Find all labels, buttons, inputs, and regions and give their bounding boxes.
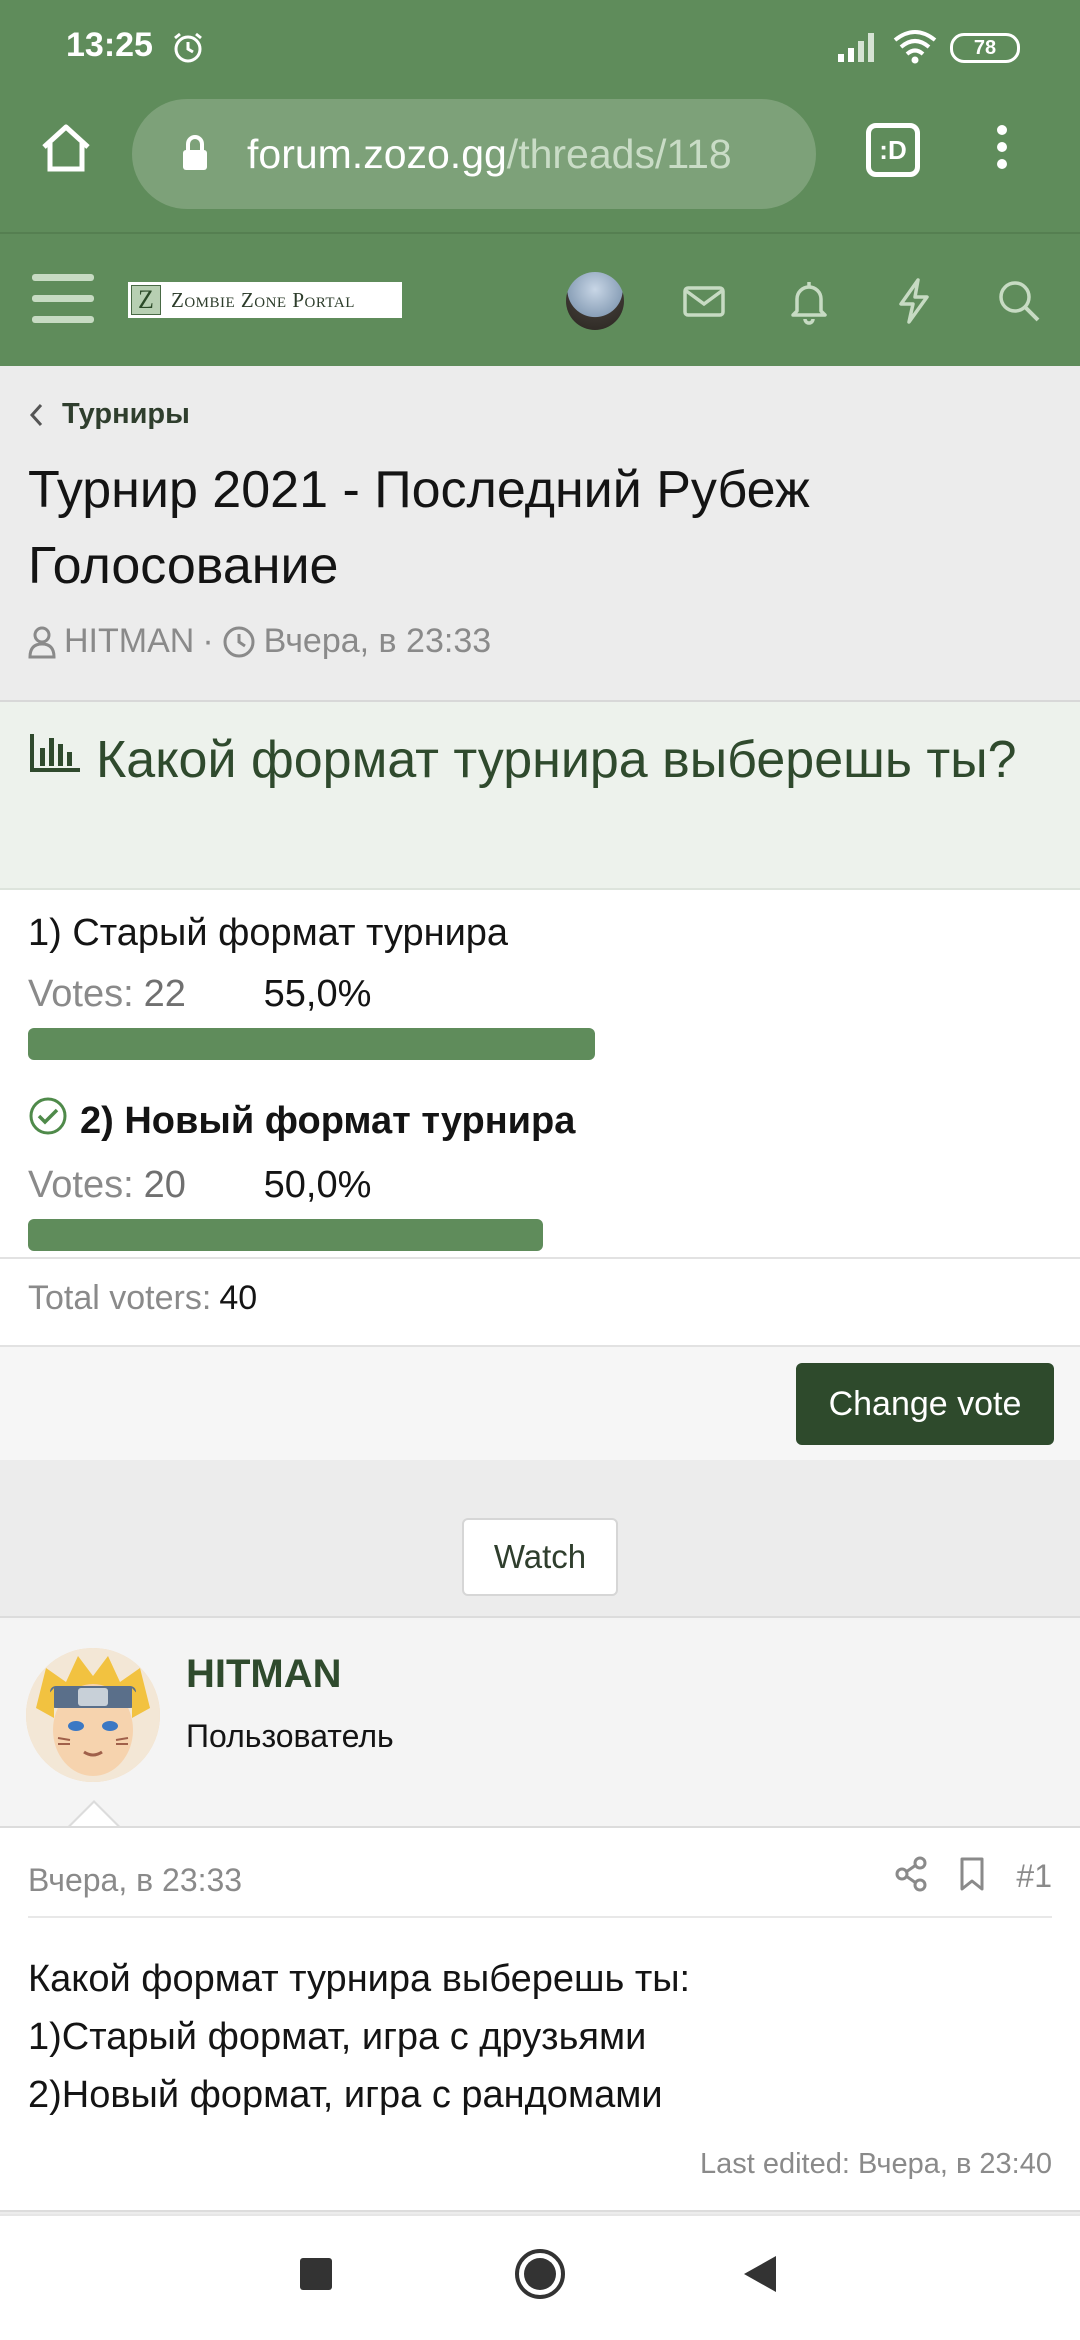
poll-header: Какой формат турнира выберешь ты?: [0, 702, 1080, 890]
poll-option: 1) Старый формат турнира Votes: 22 55,0%: [28, 912, 1058, 1060]
post-number[interactable]: #1: [1016, 1858, 1052, 1895]
bookmark-icon[interactable]: [958, 1856, 986, 1897]
lightning-icon: [899, 278, 929, 324]
user-icon: [28, 626, 56, 658]
recents-button[interactable]: [298, 2256, 334, 2297]
address-bar-row: forum.zozo.gg/threads/118 :D: [0, 95, 1080, 215]
url-host: forum.zozo.gg: [247, 131, 507, 177]
post-divider: [28, 1916, 1052, 1918]
poll-option: 2) Новый формат турнира Votes: 20 50,0%: [28, 1096, 1058, 1251]
total-voters-label: Total voters:: [28, 1279, 212, 1317]
check-circle-icon: [28, 1096, 68, 1146]
inbox-button[interactable]: [679, 276, 729, 326]
post-avatar[interactable]: [26, 1648, 160, 1782]
post-body: Вчера, в 23:33 #1 Какой формат турнира в…: [0, 1826, 1080, 2212]
thread-date[interactable]: Вчера, в 23:33: [264, 622, 491, 661]
battery-indicator: 78: [950, 33, 1020, 63]
thread-author[interactable]: HITMAN: [64, 622, 194, 661]
square-icon: [300, 2258, 332, 2290]
breadcrumb-label: Турниры: [62, 398, 190, 430]
user-avatar-button[interactable]: [566, 272, 624, 330]
logo-text: Zombie Zone Portal: [171, 287, 355, 312]
poll-block: Какой формат турнира выберешь ты? 1) Ста…: [0, 700, 1080, 1460]
url-bar[interactable]: forum.zozo.gg/threads/118: [132, 99, 816, 209]
poll-option-stats: Votes: 22 55,0%: [28, 973, 1058, 1016]
votes-percent: 50,0%: [263, 1164, 372, 1206]
status-bar: 13:25 78: [0, 0, 1080, 90]
votes-percent: 55,0%: [263, 973, 372, 1015]
status-time: 13:25: [66, 26, 153, 64]
post-user-role: Пользователь: [186, 1718, 394, 1754]
poll-question: Какой формат турнира выберешь ты?: [96, 731, 1017, 789]
watch-button[interactable]: Watch: [462, 1518, 618, 1596]
home-icon: [42, 124, 90, 172]
post-username[interactable]: HITMAN: [186, 1652, 342, 1697]
lock-icon: [180, 133, 210, 178]
chevron-left-icon: [29, 403, 43, 426]
post-line: 2)Новый формат, игра с рандомами: [28, 2074, 663, 2116]
votes-count[interactable]: 22: [144, 973, 240, 1016]
browser-menu-button[interactable]: [990, 119, 1014, 183]
site-logo[interactable]: Z Zombie Zone Portal: [128, 282, 402, 318]
post-actions: #1: [864, 1856, 1052, 1897]
logo-mark: Z: [131, 285, 161, 315]
poll-total: Total voters: 40: [0, 1257, 1080, 1345]
poll-option-label-row: 2) Новый формат турнира: [28, 1096, 1058, 1146]
poll-option-label: 1) Старый формат турнира: [28, 912, 509, 954]
triangle-back-icon: [744, 2256, 776, 2292]
poll-result-bar: [28, 1219, 543, 1251]
forum-header: Z Zombie Zone Portal: [0, 232, 1080, 366]
post-date[interactable]: Вчера, в 23:33: [28, 1862, 242, 1899]
home-button[interactable]: [36, 117, 96, 177]
search-button[interactable]: [994, 276, 1044, 326]
votes-label: Votes:: [28, 973, 134, 1015]
menu-button[interactable]: [32, 274, 94, 324]
poll-footer: Change vote: [0, 1345, 1080, 1460]
circle-icon: [515, 2249, 565, 2299]
poll-option-label: 2) Новый формат турнира: [80, 1099, 576, 1142]
poll-option-stats: Votes: 20 50,0%: [28, 1164, 1058, 1207]
home-nav-button[interactable]: [512, 2246, 568, 2307]
post-user-block: HITMAN Пользователь: [0, 1616, 1080, 1826]
bell-icon: [791, 282, 827, 325]
total-voters-value: 40: [219, 1279, 258, 1317]
poll-result-bar: [28, 1028, 595, 1060]
wifi-icon: [892, 28, 938, 69]
alerts-button[interactable]: [784, 276, 834, 326]
search-icon: [999, 281, 1040, 322]
tab-switcher-button[interactable]: :D: [866, 123, 920, 177]
post-line: Какой формат турнира выберешь ты:: [28, 1958, 691, 2000]
meta-separator: ·: [202, 622, 214, 660]
clock-icon: [223, 626, 255, 657]
envelope-icon: [683, 286, 725, 317]
browser-chrome: 13:25 78 forum.zozo.gg/threads/118 :D: [0, 0, 1080, 232]
votes-label: Votes:: [28, 1164, 134, 1206]
whats-new-button[interactable]: [889, 276, 939, 326]
cell-signal-icon: [836, 30, 880, 69]
change-vote-button[interactable]: Change vote: [796, 1363, 1054, 1445]
back-button[interactable]: [740, 2252, 780, 2301]
votes-count[interactable]: 20: [144, 1164, 240, 1207]
last-edited: Last edited: Вчера, в 23:40: [699, 2148, 1052, 2180]
url-text: forum.zozo.gg/threads/118: [247, 131, 807, 178]
share-icon[interactable]: [894, 1856, 928, 1897]
breadcrumb[interactable]: Турниры: [26, 398, 190, 431]
thread-title: Турнир 2021 - Последний Рубеж Голосовани…: [28, 461, 810, 595]
post-content: Какой формат турнира выберешь ты: 1)Стар…: [28, 1950, 690, 2124]
post-line: 1)Старый формат, игра с друзьями: [28, 2016, 647, 2058]
url-path: /threads/118: [506, 131, 732, 177]
alarm-icon: [170, 30, 206, 71]
thread-meta: HITMAN · Вчера, в 23:33: [28, 622, 491, 661]
system-nav-bar: [0, 2214, 1080, 2340]
post-pointer: [70, 1803, 118, 1827]
